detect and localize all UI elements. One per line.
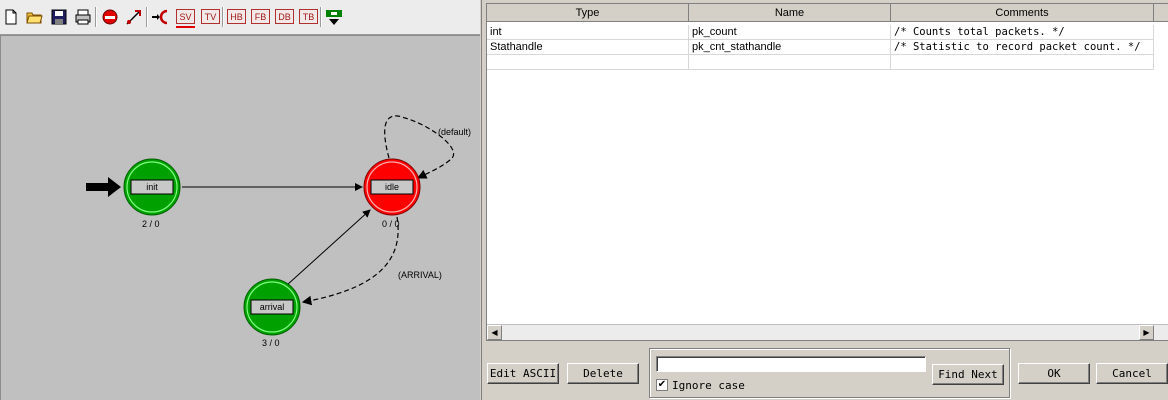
transition-arrival-idle[interactable] bbox=[286, 209, 371, 286]
state-variables-dialog: Type Name Comments int pk_count /* Count… bbox=[481, 0, 1168, 400]
cell-comment[interactable]: /* Counts total packets. */ bbox=[891, 25, 1154, 40]
state-idle-label: idle bbox=[384, 182, 399, 192]
transition-tool-icon[interactable] bbox=[125, 8, 143, 26]
column-header-type[interactable]: Type bbox=[487, 4, 689, 22]
edit-ascii-button[interactable]: Edit ASCII bbox=[487, 363, 559, 384]
ignore-case-label: Ignore case bbox=[672, 379, 745, 392]
fb-button[interactable]: FB bbox=[251, 9, 270, 24]
cell-type[interactable]: int bbox=[487, 25, 689, 40]
compile-icon[interactable] bbox=[325, 8, 343, 26]
print-icon[interactable] bbox=[74, 8, 92, 26]
initial-state-arrow bbox=[86, 177, 121, 197]
fsm-diagram bbox=[86, 115, 455, 336]
scroll-left-icon[interactable]: ◀ bbox=[487, 325, 502, 340]
state-arrival-counts: 3 / 0 bbox=[262, 338, 280, 348]
state-diagram-editor: SV TV HB FB DB TB init 2 / 0 idle 0 / 0 … bbox=[0, 0, 480, 400]
column-header-name[interactable]: Name bbox=[689, 4, 891, 22]
cell-name[interactable]: pk_cnt_stathandle bbox=[689, 40, 891, 55]
state-variables-table: Type Name Comments int pk_count /* Count… bbox=[486, 3, 1168, 341]
transition-idle-arrival[interactable] bbox=[301, 216, 399, 306]
find-group: ✔ Ignore case Find Next bbox=[649, 348, 1010, 398]
tv-button[interactable]: TV bbox=[201, 9, 220, 24]
ok-button[interactable]: OK bbox=[1018, 363, 1090, 384]
table-header: Type Name Comments bbox=[487, 4, 1168, 23]
open-folder-icon[interactable] bbox=[26, 8, 44, 26]
delete-button[interactable]: Delete bbox=[567, 363, 639, 384]
find-input[interactable] bbox=[656, 356, 926, 372]
state-init-label: init bbox=[146, 182, 158, 192]
state-arrival-label: arrival bbox=[259, 302, 285, 312]
tb-button[interactable]: TB bbox=[299, 9, 318, 24]
merge-state-icon[interactable] bbox=[151, 8, 169, 26]
db-button[interactable]: DB bbox=[275, 9, 294, 24]
editor-toolbar: SV TV HB FB DB TB bbox=[0, 0, 480, 35]
save-icon[interactable] bbox=[50, 8, 68, 26]
transition-arrival-label: (ARRIVAL) bbox=[398, 270, 442, 280]
stop-icon[interactable] bbox=[101, 8, 119, 26]
state-init-counts: 2 / 0 bbox=[142, 219, 160, 229]
ignore-case-checkbox[interactable]: ✔ bbox=[656, 379, 668, 391]
state-idle-counts: 0 / 0 bbox=[382, 219, 400, 229]
transition-default-label: (default) bbox=[438, 127, 472, 137]
find-next-button[interactable]: Find Next bbox=[932, 364, 1004, 385]
fsm-canvas[interactable] bbox=[0, 35, 480, 400]
table-row-empty[interactable] bbox=[487, 55, 1168, 70]
horizontal-scrollbar[interactable]: ◀ ▶ bbox=[487, 324, 1168, 340]
hb-button[interactable]: HB bbox=[227, 9, 246, 24]
column-header-comments[interactable]: Comments bbox=[891, 4, 1154, 22]
table-row[interactable]: int pk_count /* Counts total packets. */ bbox=[487, 25, 1168, 40]
cell-name[interactable]: pk_count bbox=[689, 25, 891, 40]
cancel-button[interactable]: Cancel bbox=[1096, 363, 1168, 384]
cell-type[interactable]: Stathandle bbox=[487, 40, 689, 55]
new-icon[interactable] bbox=[2, 8, 20, 26]
cell-comment[interactable]: /* Statistic to record packet count. */ bbox=[891, 40, 1154, 55]
scroll-right-icon[interactable]: ▶ bbox=[1139, 325, 1154, 340]
table-row[interactable]: Stathandle pk_cnt_stathandle /* Statisti… bbox=[487, 40, 1168, 55]
sv-button[interactable]: SV bbox=[176, 9, 195, 24]
